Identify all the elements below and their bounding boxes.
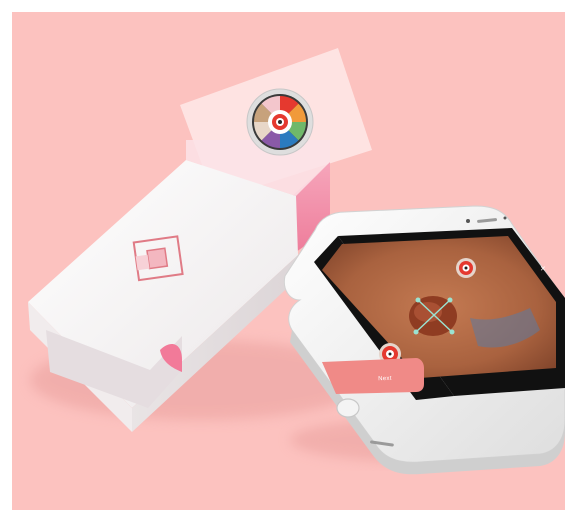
product-scene — [28, 48, 565, 475]
close-icon[interactable]: ✕ — [540, 265, 546, 273]
product-photo: Next ✕ — [12, 12, 565, 510]
front-camera — [466, 219, 470, 223]
screen-card-marker-top — [456, 258, 476, 278]
color-calibration-card — [246, 88, 314, 156]
home-button[interactable] — [336, 398, 360, 418]
